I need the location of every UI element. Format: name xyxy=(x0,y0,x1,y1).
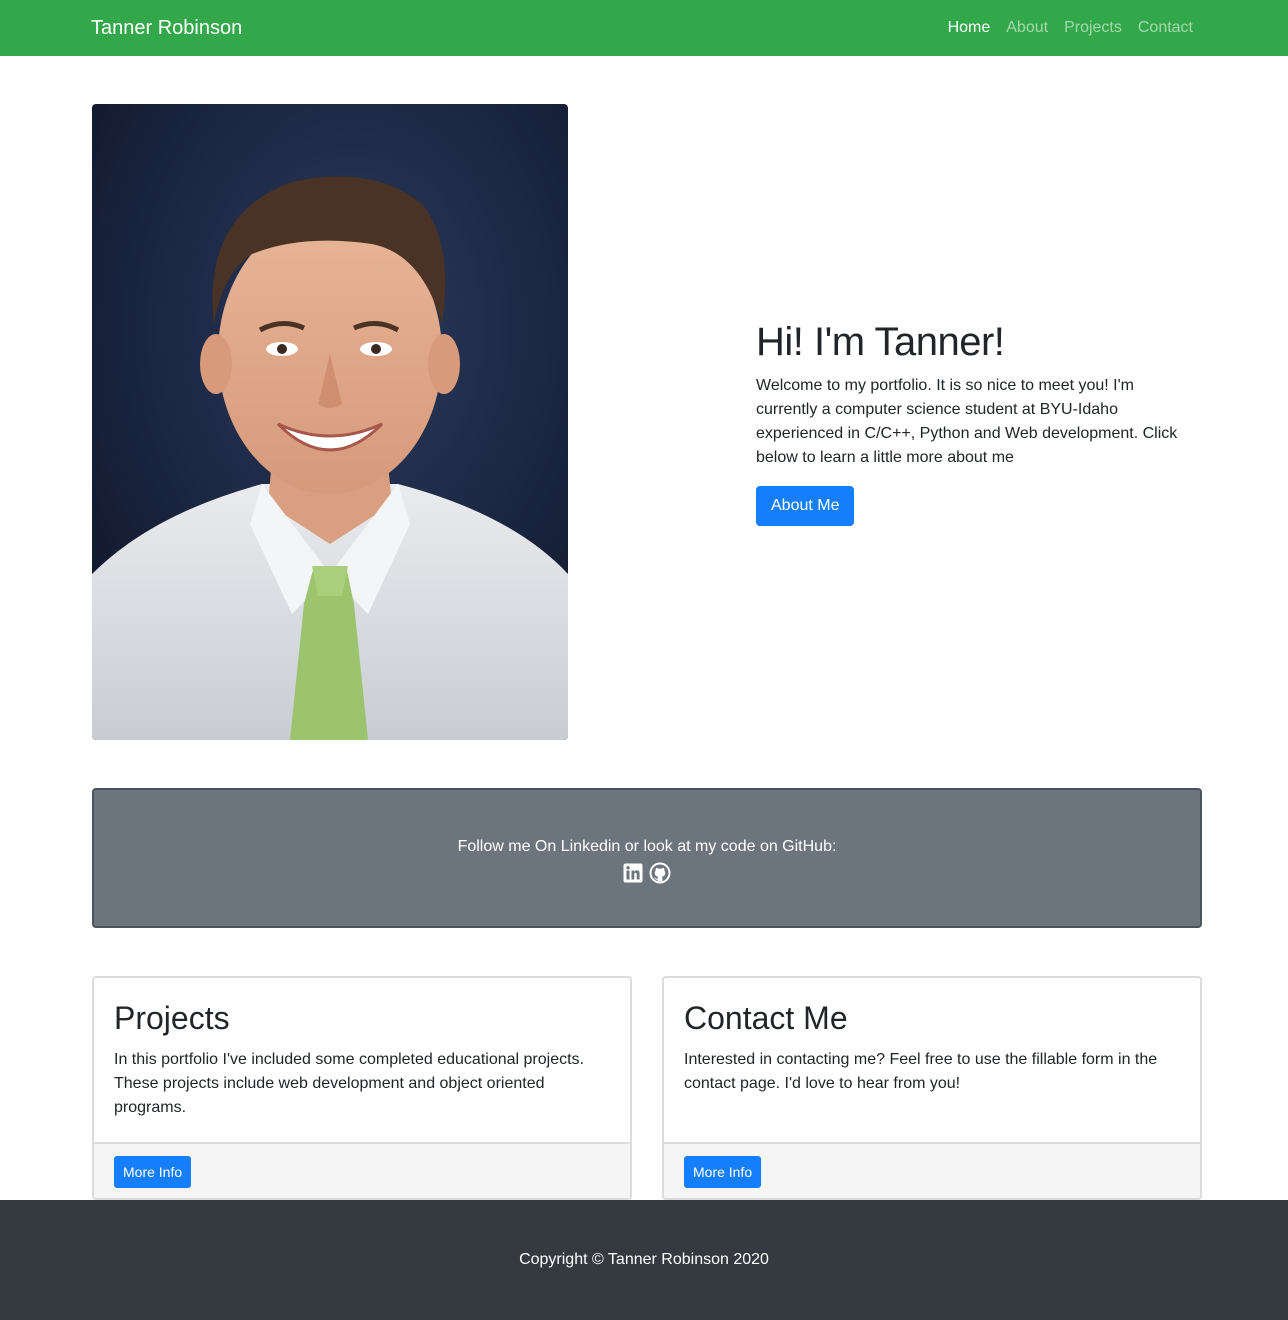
linkedin-icon[interactable] xyxy=(623,863,643,883)
projects-card-body: Projects In this portfolio I've included… xyxy=(94,978,630,1142)
about-me-button[interactable]: About Me xyxy=(756,486,855,526)
projects-more-info-button[interactable]: More Info xyxy=(114,1156,192,1188)
projects-card: Projects In this portfolio I've included… xyxy=(92,976,632,1200)
contact-card: Contact Me Interested in contacting me? … xyxy=(662,976,1202,1200)
nav-link-projects[interactable]: Projects xyxy=(1056,11,1130,45)
intro-section: Hi! I'm Tanner! Welcome to my portfolio.… xyxy=(756,318,1196,526)
social-icons xyxy=(623,862,671,884)
social-banner: Follow me On Linkedin or look at my code… xyxy=(92,788,1202,928)
contact-card-text: Interested in contacting me? Feel free t… xyxy=(684,1051,1158,1092)
page-footer: Copyright © Tanner Robinson 2020 xyxy=(0,1200,1288,1320)
copyright-text: Copyright © Tanner Robinson 2020 xyxy=(519,1251,769,1268)
hero-intro-text: Welcome to my portfolio. It is so nice t… xyxy=(756,377,1178,466)
nav-link-home[interactable]: Home xyxy=(940,11,999,45)
contact-card-title: Contact Me xyxy=(684,1000,848,1036)
projects-card-text: In this portfolio I've included some com… xyxy=(114,1051,584,1116)
navbar: Tanner Robinson Home About Projects Cont… xyxy=(0,0,1288,56)
contact-card-footer: More Info xyxy=(664,1142,1200,1198)
contact-card-body: Contact Me Interested in contacting me? … xyxy=(664,978,1200,1142)
nav-links: Home About Projects Contact xyxy=(940,11,1201,45)
contact-more-info-button[interactable]: More Info xyxy=(684,1156,762,1188)
projects-card-footer: More Info xyxy=(94,1142,630,1198)
hero-heading: Hi! I'm Tanner! xyxy=(756,320,1005,364)
brand-link[interactable]: Tanner Robinson xyxy=(91,17,242,40)
projects-card-title: Projects xyxy=(114,1000,230,1036)
profile-photo xyxy=(92,104,568,740)
social-text: Follow me On Linkedin or look at my code… xyxy=(457,838,837,855)
github-icon[interactable] xyxy=(649,862,671,884)
nav-link-contact[interactable]: Contact xyxy=(1130,11,1201,45)
nav-link-about[interactable]: About xyxy=(998,11,1056,45)
